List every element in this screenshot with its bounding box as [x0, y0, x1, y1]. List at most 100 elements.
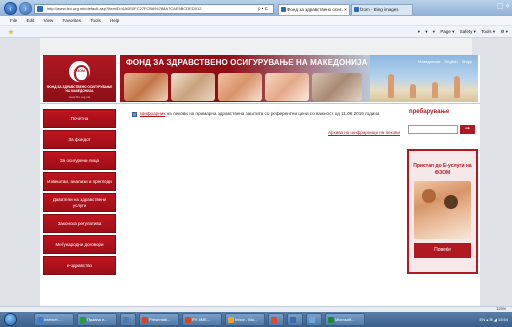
app-icon — [290, 317, 296, 323]
forward-button[interactable]: › — [19, 2, 32, 15]
sidebar-item-label: е-здравство — [66, 262, 93, 268]
feeds-icon[interactable]: ▾ — [425, 29, 427, 34]
app-icon — [309, 317, 315, 323]
taskbar-item-label: Inbox - Mo... — [235, 317, 258, 322]
safety-menu[interactable]: Safety ▾ — [460, 29, 476, 34]
taskbar-item[interactable] — [287, 313, 303, 326]
taskbar-item-label: FH 4ME... — [192, 317, 211, 322]
sidebar-nav: Почетна За фондот За осигурени лица Изве… — [43, 109, 116, 277]
taskbar-item[interactable] — [306, 313, 322, 326]
app-icon — [80, 317, 86, 323]
settings-icon[interactable]: ⚙ ▾ — [500, 29, 508, 34]
sidebar-item-label: Меѓународни договори — [55, 241, 104, 247]
family-photo — [414, 181, 471, 239]
menu-bar: File Edit View Favorites Tools Help — [0, 16, 512, 26]
header-divider — [40, 103, 480, 104]
logo-emblem-icon: ФЗОМ — [69, 61, 90, 82]
page-viewport: ФЗОМ ФОНД ЗА ЗДРАВСТВЕНО ОСИГУРУВАЊЕ НА … — [0, 38, 512, 306]
address-bar[interactable]: http://www.fzo.org.mk/default.asp?ItemID… — [34, 4, 274, 14]
ie-icon — [37, 317, 43, 323]
tab-label: Фонд за здравствено осиг... — [287, 7, 345, 12]
page-left-margin — [0, 38, 40, 306]
menu-view[interactable]: View — [44, 18, 54, 23]
page-menu[interactable]: Page ▾ — [440, 29, 454, 34]
sidebar-item-ehealth[interactable]: е-здравство — [43, 256, 116, 275]
banner-photo-3 — [218, 73, 262, 101]
address-tools[interactable]: ρ • C — [258, 4, 268, 13]
search-input[interactable] — [408, 125, 458, 134]
sidebar-item-providers[interactable]: Даватели на здравствени услуги — [43, 193, 116, 212]
tab-close-icon[interactable]: × — [344, 5, 347, 15]
banner-title: ФОНД ЗА ЗДРАВСТВЕНО ОСИГУРУВАЊЕ НА МАКЕД… — [126, 58, 368, 67]
logo-url: www.fzo.org.mk — [68, 95, 91, 99]
lang-mk[interactable]: Македонски — [418, 59, 440, 64]
eservices-more-button[interactable]: Повеќе — [414, 243, 471, 258]
right-column: пребарување ➞ Пристап до Е-услуги на ФЗО… — [405, 107, 478, 274]
language-links: Македонски English Shqip — [415, 59, 472, 64]
taskbar: Internet... Правна п... Presentati... FH… — [0, 312, 512, 327]
banner-photo-4 — [265, 73, 309, 101]
menu-favorites[interactable]: Favorites — [63, 18, 82, 23]
start-button[interactable] — [4, 313, 17, 326]
lang-en[interactable]: English — [445, 59, 458, 64]
tab-bing[interactable]: fzom - Bing images — [351, 4, 413, 15]
command-bar: ▾ ▾ ▾ Page ▾ Safety ▾ Tools ▾ ⚙ ▾ — [0, 26, 512, 38]
archive-link[interactable]: Архива на шифрарници на лекови — [328, 130, 400, 135]
tab-favicon-icon — [281, 7, 286, 12]
tab-fzom[interactable]: Фонд за здравствено осиг... × — [278, 4, 350, 15]
news-item: Шифрарник на лекови на примарна здравств… — [132, 111, 400, 117]
back-button[interactable]: ‹ — [4, 2, 17, 15]
sidebar-item-home[interactable]: Почетна — [43, 109, 116, 128]
banner-photo-5 — [312, 73, 362, 101]
taskbar-item[interactable]: Inbox - Mo... — [225, 313, 265, 326]
main-content: Шифрарник на лекови на примарна здравств… — [132, 111, 400, 135]
tab-favicon-icon — [354, 7, 359, 12]
folder-icon — [123, 317, 129, 323]
news-link[interactable]: Шифрарник — [140, 111, 165, 116]
taskbar-item[interactable] — [268, 313, 284, 326]
logo-text: ФОНД ЗА ЗДРАВСТВЕНО ОСИГУРУВАЊЕ НА МАКЕД… — [46, 85, 113, 93]
search-row: ➞ — [405, 125, 478, 141]
taskbar-item-label: Presentati... — [149, 317, 171, 322]
taskbar-item-label: Internet... — [44, 317, 61, 322]
taskbar-item[interactable]: Internet... — [34, 313, 74, 326]
site-container: ФЗОМ ФОНД ЗА ЗДРАВСТВЕНО ОСИГУРУВАЊЕ НА … — [40, 55, 480, 306]
menu-edit[interactable]: Edit — [27, 18, 35, 23]
taskbar-item[interactable]: Presentati... — [139, 313, 179, 326]
sidebar-item-legislation[interactable]: Законска регулатива — [43, 214, 116, 233]
tools-menu[interactable]: Tools ▾ — [481, 29, 495, 34]
document-icon — [132, 112, 137, 117]
menu-file[interactable]: File — [10, 18, 17, 23]
taskbar-item[interactable]: Правна п... — [77, 313, 117, 326]
sidebar-item-insured[interactable]: За осигурени лица — [43, 151, 116, 170]
menu-tools[interactable]: Tools — [90, 18, 101, 23]
print-icon[interactable]: ▾ — [433, 29, 435, 34]
chrome-icon — [271, 317, 277, 323]
taskbar-item[interactable] — [120, 313, 136, 326]
menu-help[interactable]: Help — [110, 18, 119, 23]
banner-photo-1 — [124, 73, 168, 101]
search-heading: пребарување — [409, 109, 450, 115]
beach-figure — [454, 76, 460, 98]
sidebar-item-international[interactable]: Меѓународни договори — [43, 235, 116, 254]
site-logo[interactable]: ФЗОМ ФОНД ЗА ЗДРАВСТВЕНО ОСИГУРУВАЊЕ НА … — [43, 55, 116, 102]
beach-figure — [432, 82, 438, 98]
taskbar-item[interactable]: FH 4ME... — [182, 313, 222, 326]
favorites-star-icon[interactable] — [8, 29, 14, 35]
banner-photo-2 — [171, 73, 215, 101]
lang-sq[interactable]: Shqip — [462, 59, 472, 64]
search-arrow-button[interactable]: ➞ — [460, 125, 475, 134]
home-icon[interactable]: ▾ — [418, 29, 420, 34]
sidebar-item-label: Почетна — [70, 115, 89, 121]
sidebar-item-about[interactable]: За фондот — [43, 130, 116, 149]
window-controls[interactable]: ▢ ⟡ — [497, 0, 510, 13]
sidebar-item-reports[interactable]: Извештаи, анализи и прегледи — [43, 172, 116, 191]
news-text: на лекови на примарна здравствена заштит… — [165, 111, 380, 116]
system-tray[interactable]: EN ▴ ✉ ◢ 15:54 — [480, 313, 508, 326]
sidebar-item-label: За осигурени лица — [59, 157, 100, 163]
powerpoint-icon — [185, 317, 191, 323]
taskbar-item-label: Microsoft... — [335, 317, 355, 322]
browser-titlebar: ‹ › http://www.fzo.org.mk/default.asp?It… — [0, 0, 512, 16]
eservices-box: Пристап до Е-услуги на ФЗОМ Повеќе — [407, 149, 478, 274]
taskbar-item[interactable]: Microsoft... — [325, 313, 365, 326]
